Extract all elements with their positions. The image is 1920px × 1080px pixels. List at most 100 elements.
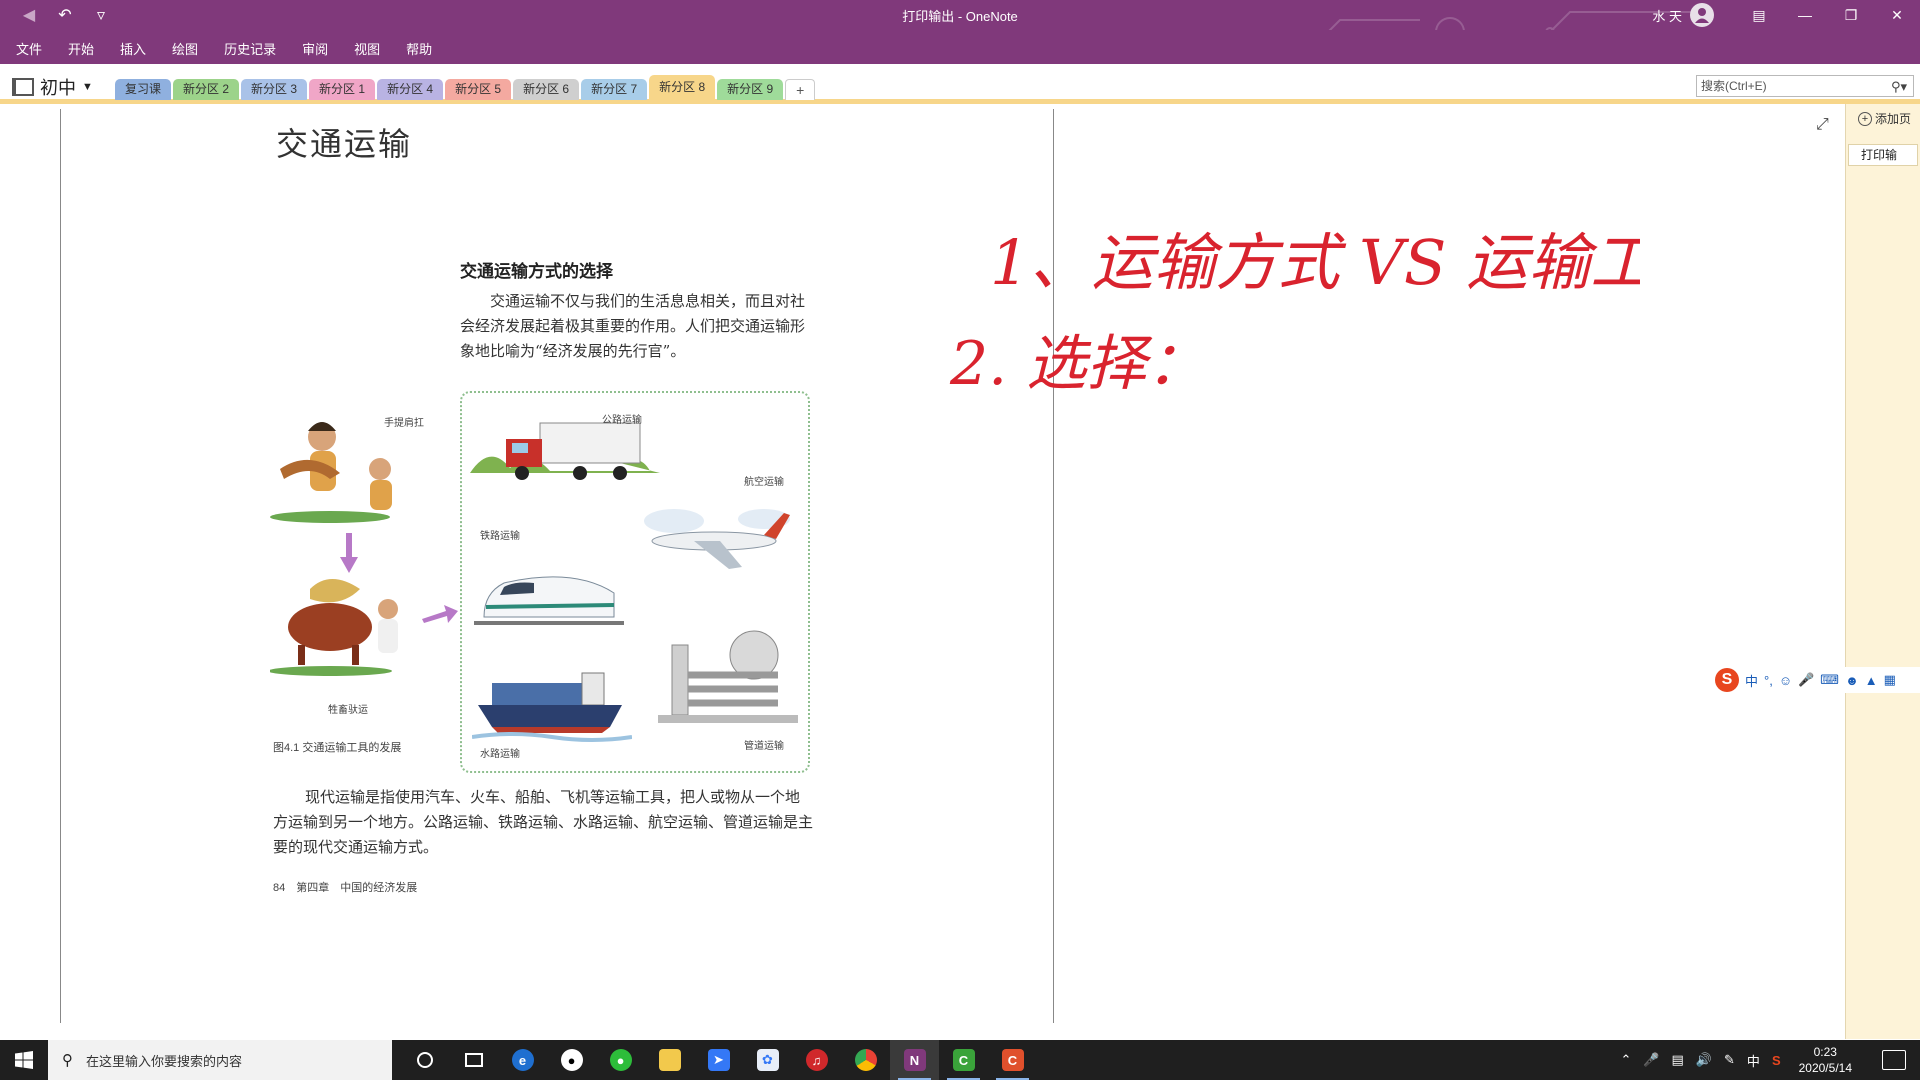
ancient-transport-illustration <box>270 422 398 676</box>
task-view-icon[interactable] <box>449 1040 498 1080</box>
grid-menu-icon[interactable]: ▦ <box>1884 672 1896 688</box>
ink-line-1: 1、运输方式 VS 运输工具 <box>990 226 1640 299</box>
label-water: 水路运输 <box>480 749 520 760</box>
title-bar: ◀ ↶ ▿ 打印输出 - OneNote 水 天 ▤ — ❐ ✕ <box>0 0 1920 61</box>
taskbar-search-box[interactable]: ⚲ 在这里输入你要搜索的内容 <box>48 1040 392 1080</box>
train-illustration <box>474 576 624 625</box>
search-placeholder: 搜索(Ctrl+E) <box>1701 79 1767 93</box>
expand-icon[interactable]: ⤢ <box>1816 116 1829 134</box>
section-tab-5[interactable]: 新分区 5 <box>445 79 512 100</box>
punctuation-icon[interactable]: °, <box>1764 673 1773 688</box>
label-pipe: 管道运输 <box>744 741 784 752</box>
section-tab-1[interactable]: 新分区 2 <box>173 79 240 100</box>
label-rail: 铁路运输 <box>480 531 520 542</box>
wechat-icon[interactable]: ● <box>596 1040 645 1080</box>
network-icon[interactable]: ▤ <box>1672 1052 1684 1068</box>
page-list-pane: + 添加页 打印输 <box>1845 104 1920 1039</box>
add-page-button[interactable]: + 添加页 <box>1858 110 1911 127</box>
label-air: 航空运输 <box>744 477 784 488</box>
section-tab-4[interactable]: 新分区 4 <box>377 79 444 100</box>
section-tabs: 复习课 新分区 2 新分区 3 新分区 1 新分区 4 新分区 5 新分区 6 新分区 7 新分… <box>115 75 816 100</box>
keyboard-icon[interactable]: ⌨ <box>1820 672 1839 688</box>
user-name[interactable]: 水 天 <box>1652 6 1682 25</box>
search-input[interactable]: 搜索(Ctrl+E) ⚲▾ <box>1696 75 1914 97</box>
chrome-icon[interactable] <box>841 1040 890 1080</box>
section-tab-2[interactable]: 新分区 3 <box>241 79 308 100</box>
intro-paragraph: 交通运输不仅与我们的生活息息相关，而且对社会经济发展起着极其重要的作用。人们把交… <box>460 292 806 360</box>
clock[interactable]: 0:23 2020/5/14 <box>1799 1044 1852 1076</box>
notebook-name: 初中 <box>40 78 76 98</box>
add-section-button[interactable]: + <box>785 79 816 100</box>
camtasia-red-icon[interactable]: C <box>988 1040 1037 1080</box>
input-language[interactable]: 中 <box>1747 1051 1760 1070</box>
close-button[interactable]: ✕ <box>1874 0 1920 30</box>
search-icon[interactable]: ⚲▾ <box>1891 77 1907 97</box>
file-explorer-icon[interactable] <box>645 1040 694 1080</box>
panda-app-icon[interactable]: ● <box>547 1040 596 1080</box>
feishu-icon[interactable]: ➤ <box>694 1040 743 1080</box>
onenote-window: ◀ ↶ ▿ 打印输出 - OneNote 水 天 ▤ — ❐ ✕ 文件 开始 插入 绘… <box>0 0 1920 1080</box>
onenote-taskbar-icon[interactable]: N <box>890 1040 939 1080</box>
arrow-right-icon <box>422 605 458 623</box>
menu-tab-4[interactable]: 历史记录 <box>224 39 276 58</box>
title-right-controls: 水 天 ▤ — ❐ ✕ <box>1652 0 1920 30</box>
section-tab-row: 初中 ▼ 复习课 新分区 2 新分区 3 新分区 1 新分区 4 新分区 5 新分区 6 新分… <box>0 64 1920 104</box>
ribbon-display-options-button[interactable]: ▤ <box>1736 0 1782 30</box>
menu-tab-5[interactable]: 审阅 <box>302 39 328 58</box>
notebook-selector[interactable]: 初中 ▼ <box>12 74 93 100</box>
textbook-title: 交通运输 <box>276 125 413 163</box>
menu-tab-7[interactable]: 帮助 <box>406 39 432 58</box>
airplane-illustration <box>644 509 790 569</box>
notification-icon[interactable] <box>1882 1050 1906 1070</box>
menu-tab-3[interactable]: 绘图 <box>172 39 198 58</box>
edge-icon[interactable]: e <box>498 1040 547 1080</box>
section-tab-6[interactable]: 新分区 6 <box>513 79 580 100</box>
microphone-icon[interactable]: 🎤 <box>1643 1052 1659 1068</box>
camtasia-green-icon[interactable]: C <box>939 1040 988 1080</box>
clock-date: 2020/5/14 <box>1798 1061 1852 1075</box>
start-button[interactable] <box>0 1040 48 1080</box>
ime-mode[interactable]: 中 <box>1745 671 1758 690</box>
menu-tab-6[interactable]: 视图 <box>354 39 380 58</box>
photos-app-icon[interactable]: ✿ <box>743 1040 792 1080</box>
ink-annotations[interactable]: 1、运输方式 VS 运输工具 2. 选择： <box>940 204 1640 424</box>
menu-tab-2[interactable]: 插入 <box>120 39 146 58</box>
label-animal: 牲畜驮运 <box>328 705 368 716</box>
page-list-item[interactable]: 打印输 <box>1848 144 1918 166</box>
menu-tab-0[interactable]: 文件 <box>16 39 42 58</box>
section-tab-0[interactable]: 复习课 <box>115 79 172 100</box>
chevron-up-icon[interactable]: ⌃ <box>1620 1052 1631 1068</box>
ribbon-tabs: 文件 开始 插入 绘图 历史记录 审阅 视图 帮助 <box>0 30 1920 64</box>
microphone-icon[interactable]: 🎤 <box>1798 672 1814 688</box>
user-avatar[interactable] <box>1690 3 1714 27</box>
person-icon <box>1695 8 1709 23</box>
taskbar-search-placeholder: 在这里输入你要搜索的内容 <box>86 1053 243 1069</box>
section-tab-9[interactable]: 新分区 9 <box>717 79 784 100</box>
sogou-logo-icon[interactable]: S <box>1715 668 1739 692</box>
restore-button[interactable]: ❐ <box>1828 0 1874 30</box>
section-tab-8[interactable]: 新分区 8 <box>649 75 716 100</box>
windows-taskbar: ⚲ 在这里输入你要搜索的内容 e ● ● ➤ ✿ ♫ N C C ⌃ 🎤 ▤ 🔊… <box>0 1040 1920 1080</box>
menu-tab-1[interactable]: 开始 <box>68 39 94 58</box>
minimize-button[interactable]: — <box>1782 0 1828 30</box>
pipeline-illustration <box>658 630 798 723</box>
sogou-tray-icon[interactable]: S <box>1772 1053 1781 1068</box>
page-canvas[interactable]: ⤢ 交通运输 交通运输方式的选择 交通运输不仅与我们的生活息息相关，而且对社会经… <box>0 109 1845 1039</box>
section-tab-3[interactable]: 新分区 1 <box>309 79 376 100</box>
pen-icon[interactable]: ✎ <box>1724 1052 1735 1068</box>
emoji-icon[interactable]: ☺ <box>1779 673 1792 688</box>
add-page-label: 添加页 <box>1875 112 1912 126</box>
windows-logo-icon <box>15 1051 33 1069</box>
system-tray: ⌃ 🎤 ▤ 🔊 ✎ 中 S 0:23 2020/5/14 <box>1620 1040 1920 1080</box>
modern-transport-paragraph: 现代运输是指使用汽车、火车、船舶、飞机等运输工具，把人或物从一个地方运输到另一个… <box>273 788 814 856</box>
user-icon[interactable]: ☻ <box>1845 673 1859 688</box>
cortana-icon[interactable] <box>400 1040 449 1080</box>
textbook-printout: 交通运输 交通运输方式的选择 交通运输不仅与我们的生活息息相关，而且对社会经济发… <box>266 109 826 909</box>
netease-music-icon[interactable]: ♫ <box>792 1040 841 1080</box>
section-tab-7[interactable]: 新分区 7 <box>581 79 648 100</box>
notebook-icon <box>12 78 34 96</box>
label-road: 公路运输 <box>602 415 642 426</box>
skin-icon[interactable]: ▲ <box>1865 673 1878 688</box>
volume-icon[interactable]: 🔊 <box>1696 1052 1712 1068</box>
ink-line-2: 2. 选择： <box>949 329 1206 399</box>
